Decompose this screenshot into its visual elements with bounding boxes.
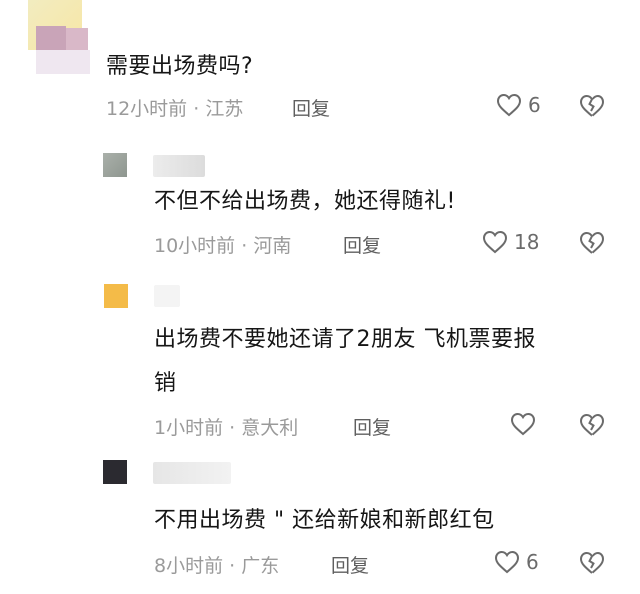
heart-icon <box>496 93 522 117</box>
meta-separator: · <box>193 98 200 120</box>
heart-icon <box>482 230 508 254</box>
meta-separator: · <box>229 555 236 577</box>
reply-button[interactable]: 回复 <box>343 231 381 258</box>
avatar[interactable] <box>104 284 128 308</box>
comment-meta: 10小时前 · 河南 <box>154 231 291 258</box>
comment-time: 10小时前 <box>154 235 236 257</box>
like-button[interactable]: 6 <box>494 550 539 574</box>
avatar[interactable] <box>103 153 127 177</box>
comment-meta: 8小时前 · 广东 <box>154 551 279 578</box>
comment-text: 出场费不要她还请了2朋友 飞机票要报 <box>154 327 536 352</box>
heart-icon <box>494 550 520 574</box>
like-button[interactable]: 18 <box>482 230 539 254</box>
comment-meta: 1小时前 · 意大利 <box>154 413 298 440</box>
comment-time: 1小时前 <box>154 417 224 439</box>
heart-icon <box>510 412 536 436</box>
comment-time: 8小时前 <box>154 555 224 577</box>
comment-location: 广东 <box>241 555 280 577</box>
comment-location: 意大利 <box>241 417 299 439</box>
meta-separator: · <box>241 235 248 257</box>
username[interactable] <box>154 285 180 307</box>
like-button[interactable]: 6 <box>496 93 541 117</box>
broken-heart-icon[interactable] <box>579 94 605 118</box>
broken-heart-icon[interactable] <box>579 231 605 255</box>
broken-heart-icon[interactable] <box>579 413 605 437</box>
avatar[interactable] <box>103 460 127 484</box>
like-count: 6 <box>528 93 541 117</box>
reply-button[interactable]: 回复 <box>331 551 369 578</box>
comment-location: 河南 <box>253 235 292 257</box>
comment-location: 江苏 <box>205 98 244 120</box>
comment-meta: 12小时前 · 江苏 <box>106 94 243 121</box>
username[interactable] <box>153 155 205 177</box>
broken-heart-icon[interactable] <box>579 551 605 575</box>
like-button[interactable] <box>510 412 542 436</box>
comment-text-line2: 销 <box>154 371 177 396</box>
meta-separator: · <box>229 417 236 439</box>
avatar[interactable] <box>14 0 90 74</box>
comment-time: 12小时前 <box>106 98 188 120</box>
comment-text: 不用出场费 " 还给新娘和新郎红包 <box>154 508 495 533</box>
like-count: 18 <box>514 230 540 254</box>
reply-button[interactable]: 回复 <box>353 413 391 440</box>
like-count: 6 <box>526 550 539 574</box>
username[interactable] <box>153 462 231 484</box>
comment-text: 不但不给出场费，她还得随礼! <box>154 189 456 214</box>
reply-button[interactable]: 回复 <box>292 94 330 121</box>
comment-text: 需要出场费吗? <box>106 54 254 79</box>
